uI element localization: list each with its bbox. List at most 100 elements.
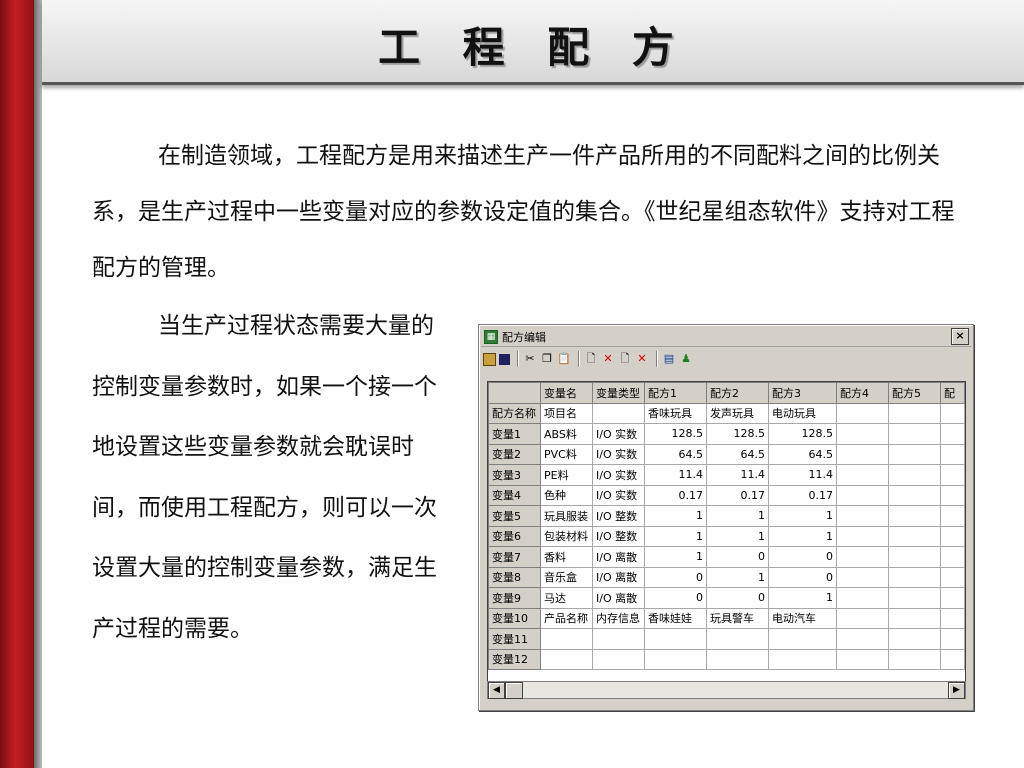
table-cell[interactable] bbox=[888, 566, 941, 588]
table-cell[interactable] bbox=[940, 566, 965, 588]
table-icon[interactable] bbox=[483, 352, 496, 366]
table-cell[interactable] bbox=[888, 443, 941, 465]
table-cell[interactable]: I/O 离散 bbox=[592, 587, 645, 609]
table-cell[interactable] bbox=[836, 505, 889, 527]
table-cell[interactable]: 128.5 bbox=[644, 423, 707, 445]
table-cell[interactable]: 0.17 bbox=[768, 484, 837, 506]
table-cell[interactable]: 0 bbox=[768, 546, 837, 568]
table-cell[interactable]: 电动汽车 bbox=[768, 607, 837, 629]
table-cell[interactable]: 64.5 bbox=[706, 443, 769, 465]
cut-icon[interactable]: ✂ bbox=[523, 352, 537, 366]
table-cell[interactable]: 1 bbox=[644, 505, 707, 527]
column-header[interactable]: 配方4 bbox=[836, 382, 889, 404]
table-cell[interactable] bbox=[940, 648, 965, 670]
table-cell[interactable]: 11.4 bbox=[768, 464, 837, 486]
table-cell[interactable]: 香味玩具 bbox=[644, 402, 707, 424]
table-cell[interactable]: 11.4 bbox=[706, 464, 769, 486]
table-cell[interactable]: 0 bbox=[644, 587, 707, 609]
grid-icon[interactable]: ▤ bbox=[662, 352, 676, 366]
row-header[interactable]: 变量3 bbox=[488, 464, 541, 486]
table-cell[interactable]: 项目名 bbox=[540, 402, 593, 424]
table-cell[interactable] bbox=[592, 402, 645, 424]
doc-icon[interactable]: 🗋 bbox=[618, 352, 632, 366]
table-cell[interactable] bbox=[940, 525, 965, 547]
table-cell[interactable]: 128.5 bbox=[768, 423, 837, 445]
table-cell[interactable] bbox=[836, 628, 889, 650]
column-header[interactable]: 配方5 bbox=[888, 382, 941, 404]
close-button[interactable]: × bbox=[951, 328, 969, 345]
row-header[interactable]: 变量5 bbox=[488, 505, 541, 527]
column-header[interactable]: 变量类型 bbox=[592, 382, 645, 404]
table-cell[interactable] bbox=[836, 648, 889, 670]
row-header[interactable]: 配方名称 bbox=[488, 402, 541, 424]
table-cell[interactable]: 0 bbox=[768, 566, 837, 588]
delete-red-icon[interactable]: ✕ bbox=[635, 352, 649, 366]
table-cell[interactable] bbox=[888, 505, 941, 527]
table-cell[interactable] bbox=[940, 628, 965, 650]
table-cell[interactable] bbox=[836, 464, 889, 486]
table-cell[interactable] bbox=[706, 648, 769, 670]
column-header[interactable]: 配方3 bbox=[768, 382, 837, 404]
table-cell[interactable] bbox=[940, 443, 965, 465]
table-cell[interactable] bbox=[836, 587, 889, 609]
column-header[interactable]: 配方2 bbox=[706, 382, 769, 404]
table-cell[interactable]: 1 bbox=[644, 525, 707, 547]
table-cell[interactable] bbox=[888, 423, 941, 445]
table-cell[interactable] bbox=[644, 648, 707, 670]
user-icon[interactable]: ♟ bbox=[679, 352, 693, 366]
table-cell[interactable]: 64.5 bbox=[644, 443, 707, 465]
table-cell[interactable] bbox=[940, 423, 965, 445]
table-cell[interactable]: I/O 整数 bbox=[592, 525, 645, 547]
table-cell[interactable]: 1 bbox=[706, 525, 769, 547]
table-cell[interactable] bbox=[540, 648, 593, 670]
table-cell[interactable]: 1 bbox=[706, 566, 769, 588]
table-cell[interactable]: PVC料 bbox=[540, 443, 593, 465]
table-cell[interactable] bbox=[540, 628, 593, 650]
recipe-grid[interactable]: 变量名 变量类型 配方1 配方2 配方3 配方4 配方5 配配方名称 项目名 香味玩具 发声玩具 电动… bbox=[487, 381, 966, 684]
table-cell[interactable] bbox=[836, 423, 889, 445]
table-cell[interactable]: 包装材料 bbox=[540, 525, 593, 547]
table-cell[interactable] bbox=[592, 648, 645, 670]
table-cell[interactable] bbox=[768, 628, 837, 650]
table-cell[interactable]: 1 bbox=[768, 587, 837, 609]
table-cell[interactable] bbox=[644, 628, 707, 650]
paste-icon[interactable]: 📋 bbox=[557, 352, 571, 366]
table-cell[interactable]: I/O 实数 bbox=[592, 443, 645, 465]
table-cell[interactable]: 内存信息 bbox=[592, 607, 645, 629]
table-cell[interactable]: 1 bbox=[768, 525, 837, 547]
table-cell[interactable]: I/O 实数 bbox=[592, 423, 645, 445]
table-cell[interactable]: I/O 离散 bbox=[592, 546, 645, 568]
table-cell[interactable]: PE料 bbox=[540, 464, 593, 486]
table-cell[interactable] bbox=[940, 546, 965, 568]
table-cell[interactable] bbox=[940, 607, 965, 629]
table-cell[interactable]: 玩具警车 bbox=[706, 607, 769, 629]
table-cell[interactable]: 马达 bbox=[540, 587, 593, 609]
table-cell[interactable]: I/O 整数 bbox=[592, 505, 645, 527]
corner-cell[interactable] bbox=[488, 382, 541, 404]
table-cell[interactable] bbox=[836, 443, 889, 465]
copy-icon[interactable]: ❐ bbox=[540, 352, 554, 366]
table-cell[interactable] bbox=[940, 505, 965, 527]
new-doc-icon[interactable]: 🗋 bbox=[584, 352, 598, 366]
table-cell[interactable]: 1 bbox=[706, 505, 769, 527]
column-header[interactable]: 变量名 bbox=[540, 382, 593, 404]
table-cell[interactable]: 1 bbox=[644, 546, 707, 568]
column-header[interactable]: 配方1 bbox=[644, 382, 707, 404]
row-header[interactable]: 变量7 bbox=[488, 546, 541, 568]
table-cell[interactable] bbox=[836, 525, 889, 547]
table-cell[interactable] bbox=[768, 648, 837, 670]
table-cell[interactable]: 64.5 bbox=[768, 443, 837, 465]
table-cell[interactable] bbox=[888, 648, 941, 670]
table-cell[interactable] bbox=[888, 628, 941, 650]
table-cell[interactable]: 1 bbox=[768, 505, 837, 527]
table-cell[interactable]: 0 bbox=[644, 566, 707, 588]
row-header[interactable]: 变量2 bbox=[488, 443, 541, 465]
table-cell[interactable]: 发声玩具 bbox=[706, 402, 769, 424]
table-cell[interactable] bbox=[940, 464, 965, 486]
table-cell[interactable] bbox=[836, 607, 889, 629]
table-cell[interactable] bbox=[888, 607, 941, 629]
table-cell[interactable]: I/O 实数 bbox=[592, 484, 645, 506]
table-cell[interactable]: 产品名称 bbox=[540, 607, 593, 629]
table-cell[interactable]: 128.5 bbox=[706, 423, 769, 445]
table-cell[interactable] bbox=[888, 484, 941, 506]
